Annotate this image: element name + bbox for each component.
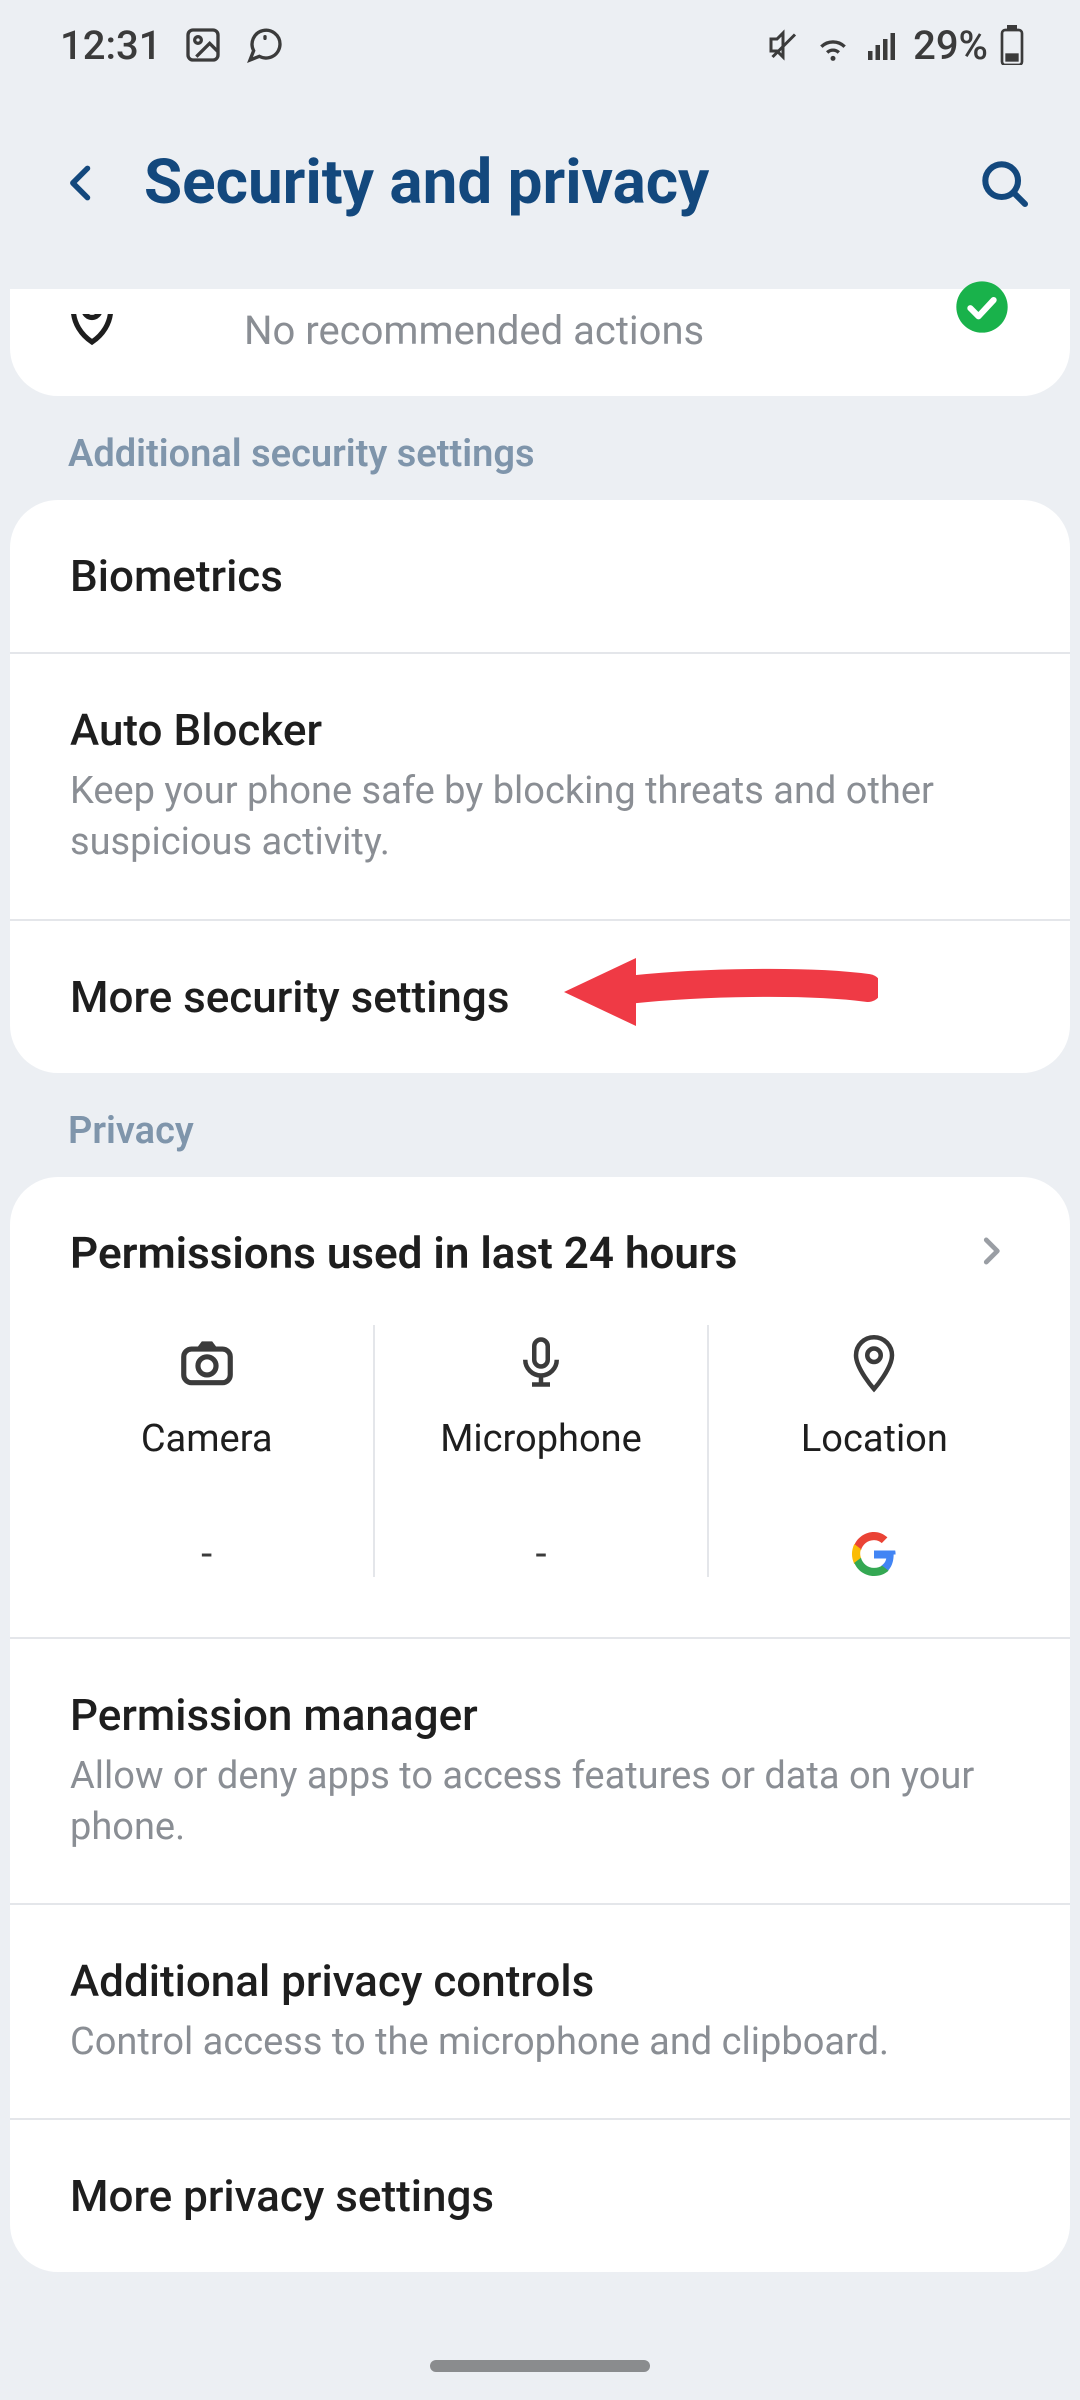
- chevron-right-icon: [972, 1232, 1010, 1274]
- signal-icon: [865, 27, 901, 63]
- mute-icon: [765, 27, 801, 63]
- whatsapp-icon: [245, 25, 285, 65]
- section-label-additional-security: Additional security settings: [0, 396, 1080, 500]
- item-permission-manager[interactable]: Permission manager Allow or deny apps to…: [10, 1637, 1070, 1904]
- perm-col-location[interactable]: Location: [707, 1325, 1040, 1577]
- item-title: Additional privacy controls: [70, 1955, 1010, 2007]
- item-title: Permissions used in last 24 hours: [70, 1227, 737, 1279]
- item-title: Biometrics: [70, 550, 1010, 602]
- shield-icon: [64, 314, 120, 348]
- page-title: Security and privacy: [144, 146, 936, 219]
- item-biometrics[interactable]: Biometrics: [10, 500, 1070, 652]
- perm-label: Camera: [141, 1417, 273, 1461]
- status-bar: 12:31: [0, 0, 1080, 90]
- battery-pct: 29%: [913, 22, 988, 69]
- search-button[interactable]: [976, 155, 1032, 211]
- item-more-security-settings[interactable]: More security settings: [10, 919, 1070, 1073]
- perm-value-google: [851, 1531, 897, 1577]
- location-icon: [847, 1325, 901, 1399]
- item-permissions-24h[interactable]: Permissions used in last 24 hours: [10, 1177, 1070, 1325]
- wifi-icon: [813, 25, 853, 65]
- perm-col-microphone[interactable]: Microphone -: [373, 1325, 706, 1577]
- check-badge-icon: [954, 279, 1010, 335]
- additional-security-card: Biometrics Auto Blocker Keep your phone …: [10, 500, 1070, 1073]
- microphone-icon: [514, 1325, 568, 1399]
- perm-value: -: [201, 1531, 212, 1577]
- section-label-privacy: Privacy: [0, 1073, 1080, 1177]
- item-additional-privacy-controls[interactable]: Additional privacy controls Control acce…: [10, 1903, 1070, 2118]
- security-status-subtitle: No recommended actions: [244, 307, 918, 354]
- status-time: 12:31: [60, 22, 161, 69]
- item-title: Auto Blocker: [70, 704, 1010, 756]
- item-more-privacy-settings[interactable]: More privacy settings: [10, 2118, 1070, 2272]
- item-title: More security settings: [70, 971, 1010, 1023]
- permissions-card: Permissions used in last 24 hours Camera…: [10, 1177, 1070, 2273]
- google-icon: [851, 1531, 897, 1577]
- item-subtitle: Control access to the microphone and cli…: [70, 2017, 1010, 2068]
- perm-label: Microphone: [440, 1417, 642, 1461]
- perm-col-camera[interactable]: Camera -: [40, 1325, 373, 1577]
- item-title: More privacy settings: [70, 2170, 1010, 2222]
- battery-icon: [1000, 25, 1024, 65]
- back-button[interactable]: [60, 153, 104, 213]
- item-title: Permission manager: [70, 1689, 1010, 1741]
- camera-icon: [176, 1325, 238, 1399]
- settings-scroll[interactable]: No recommended actions Additional securi…: [0, 289, 1080, 2272]
- gallery-icon: [183, 25, 223, 65]
- permissions-grid: Camera - Microphone -: [10, 1325, 1070, 1637]
- perm-label: Location: [801, 1417, 948, 1461]
- nav-gesture-bar: [430, 2360, 650, 2372]
- item-subtitle: Allow or deny apps to access features or…: [70, 1751, 1010, 1854]
- item-subtitle: Keep your phone safe by blocking threats…: [70, 766, 1010, 869]
- perm-value: -: [535, 1531, 546, 1577]
- security-status-card[interactable]: No recommended actions: [10, 289, 1070, 396]
- app-header: Security and privacy: [0, 90, 1080, 289]
- item-auto-blocker[interactable]: Auto Blocker Keep your phone safe by blo…: [10, 652, 1070, 919]
